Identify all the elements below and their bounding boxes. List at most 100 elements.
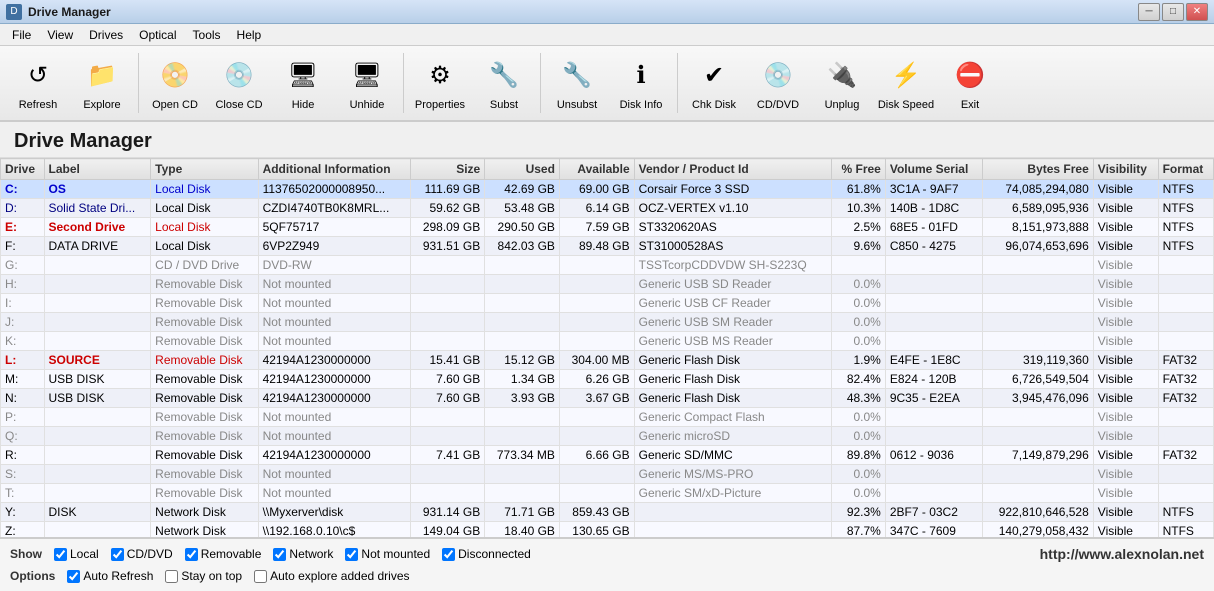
toolbar-explore-button[interactable]: 📁 Explore	[72, 49, 132, 117]
cell-1	[44, 256, 151, 275]
cell-4: 7.60 GB	[411, 389, 485, 408]
cell-12	[1158, 332, 1213, 351]
show-removable-checkbox[interactable]	[185, 548, 198, 561]
menu-drives[interactable]: Drives	[81, 25, 131, 45]
toolbar-unsubst-button[interactable]: 🔧Unsubst	[547, 49, 607, 117]
cell-6	[559, 294, 634, 313]
cell-9: 68E5 - 01FD	[885, 218, 983, 237]
cell-4	[411, 275, 485, 294]
table-row[interactable]: N:USB DISKRemovable Disk42194A1230000000…	[1, 389, 1214, 408]
menu-file[interactable]: File	[4, 25, 39, 45]
option-auto-refresh-checkbox[interactable]	[67, 570, 80, 583]
minimize-button[interactable]: ─	[1138, 3, 1160, 21]
toolbar-close-cd-button[interactable]: 💿Close CD	[209, 49, 269, 117]
toolbar-unhide-button[interactable]: 🖥Unhide	[337, 49, 397, 117]
cell-12: NTFS	[1158, 199, 1213, 218]
menu-help[interactable]: Help	[229, 25, 270, 45]
cell-10: 8,151,973,888	[983, 218, 1093, 237]
table-row[interactable]: K:Removable DiskNot mountedGeneric USB M…	[1, 332, 1214, 351]
table-row[interactable]: G:CD / DVD DriveDVD-RWTSSTcorpCDDVDW SH-…	[1, 256, 1214, 275]
menu-optical[interactable]: Optical	[131, 25, 184, 45]
cell-10: 6,726,549,504	[983, 370, 1093, 389]
cell-11: Visible	[1093, 313, 1158, 332]
option-stay-on-top-checkbox[interactable]	[165, 570, 178, 583]
cell-12: NTFS	[1158, 218, 1213, 237]
title-bar: D Drive Manager ─ □ ✕	[0, 0, 1214, 24]
unsubst-icon: 🔧	[557, 55, 597, 95]
cell-6	[559, 427, 634, 446]
table-row[interactable]: R:Removable Disk42194A12300000007.41 GB7…	[1, 446, 1214, 465]
show-network[interactable]: Network	[273, 547, 333, 561]
toolbar-explore-label: Explore	[83, 99, 120, 111]
show-local[interactable]: Local	[54, 547, 99, 561]
table-row[interactable]: Q:Removable DiskNot mountedGeneric micro…	[1, 427, 1214, 446]
cell-2: Removable Disk	[151, 427, 258, 446]
cell-11: Visible	[1093, 218, 1158, 237]
toolbar-open-cd-button[interactable]: 📀Open CD	[145, 49, 205, 117]
cell-0: H:	[1, 275, 45, 294]
cell-10: 922,810,646,528	[983, 503, 1093, 522]
explore-icon: 📁	[82, 55, 122, 95]
option-auto-refresh-label: Auto Refresh	[83, 569, 153, 583]
cell-11: Visible	[1093, 294, 1158, 313]
cell-12	[1158, 465, 1213, 484]
cell-1	[44, 275, 151, 294]
close-button[interactable]: ✕	[1186, 3, 1208, 21]
option-auto-explore-added-drives[interactable]: Auto explore added drives	[254, 569, 409, 583]
option-auto-explore-added-drives-checkbox[interactable]	[254, 570, 267, 583]
table-row[interactable]: Y:DISKNetwork Disk\\Myxerver\disk931.14 …	[1, 503, 1214, 522]
menu-tools[interactable]: Tools	[185, 25, 229, 45]
toolbar-unplug-button[interactable]: 🔌Unplug	[812, 49, 872, 117]
show-disconnected-checkbox[interactable]	[442, 548, 455, 561]
table-row[interactable]: J:Removable DiskNot mountedGeneric USB S…	[1, 313, 1214, 332]
cell-7: Generic USB SM Reader	[634, 313, 831, 332]
table-row[interactable]: I:Removable DiskNot mountedGeneric USB C…	[1, 294, 1214, 313]
toolbar-disk-info-button[interactable]: ℹDisk Info	[611, 49, 671, 117]
table-row[interactable]: P:Removable DiskNot mountedGeneric Compa…	[1, 408, 1214, 427]
toolbar-exit-button[interactable]: ⛔Exit	[940, 49, 1000, 117]
toolbar-cd-dvd-button[interactable]: 💿CD/DVD	[748, 49, 808, 117]
table-row[interactable]: H:Removable DiskNot mountedGeneric USB S…	[1, 275, 1214, 294]
toolbar-properties-button[interactable]: ⚙Properties	[410, 49, 470, 117]
cell-8: 0.0%	[831, 294, 885, 313]
cell-8: 0.0%	[831, 465, 885, 484]
table-row[interactable]: D:Solid State Dri...Local DiskCZDI4740TB…	[1, 199, 1214, 218]
toolbar-hide-button[interactable]: 🖥Hide	[273, 49, 333, 117]
table-row[interactable]: T:Removable DiskNot mountedGeneric SM/xD…	[1, 484, 1214, 503]
table-row[interactable]: L:SOURCERemovable Disk42194A123000000015…	[1, 351, 1214, 370]
toolbar-chk-disk-button[interactable]: ✔Chk Disk	[684, 49, 744, 117]
show-not-mounted-checkbox[interactable]	[345, 548, 358, 561]
show-cd/dvd-checkbox[interactable]	[111, 548, 124, 561]
cell-4: 298.09 GB	[411, 218, 485, 237]
cell-9	[885, 408, 983, 427]
cell-2: CD / DVD Drive	[151, 256, 258, 275]
show-removable[interactable]: Removable	[185, 547, 262, 561]
toolbar-separator	[403, 53, 404, 113]
option-stay-on-top[interactable]: Stay on top	[165, 569, 242, 583]
option-auto-refresh[interactable]: Auto Refresh	[67, 569, 153, 583]
cell-0: Z:	[1, 522, 45, 539]
cell-11: Visible	[1093, 351, 1158, 370]
toolbar-disk-speed-button[interactable]: ⚡Disk Speed	[876, 49, 936, 117]
show-disconnected[interactable]: Disconnected	[442, 547, 531, 561]
col-header-used: Used	[485, 159, 560, 180]
cell-5	[485, 275, 560, 294]
show-not-mounted[interactable]: Not mounted	[345, 547, 430, 561]
cell-6: 304.00 MB	[559, 351, 634, 370]
table-container[interactable]: DriveLabelTypeAdditional InformationSize…	[0, 158, 1214, 538]
table-row[interactable]: Z:Network Disk\\192.168.0.10\c$149.04 GB…	[1, 522, 1214, 539]
cell-4	[411, 465, 485, 484]
show-network-checkbox[interactable]	[273, 548, 286, 561]
table-row[interactable]: M:USB DISKRemovable Disk42194A1230000000…	[1, 370, 1214, 389]
show-cd/dvd[interactable]: CD/DVD	[111, 547, 173, 561]
toolbar-subst-button[interactable]: 🔧Subst	[474, 49, 534, 117]
toolbar-refresh-button[interactable]: ↺Refresh	[8, 49, 68, 117]
table-row[interactable]: C:OSLocal Disk11376502000008950...111.69…	[1, 180, 1214, 199]
menu-view[interactable]: View	[39, 25, 81, 45]
table-row[interactable]: S:Removable DiskNot mountedGeneric MS/MS…	[1, 465, 1214, 484]
table-row[interactable]: E:Second DriveLocal Disk5QF75717298.09 G…	[1, 218, 1214, 237]
cell-7: Corsair Force 3 SSD	[634, 180, 831, 199]
table-row[interactable]: F:DATA DRIVELocal Disk6VP2Z949931.51 GB8…	[1, 237, 1214, 256]
maximize-button[interactable]: □	[1162, 3, 1184, 21]
show-local-checkbox[interactable]	[54, 548, 67, 561]
